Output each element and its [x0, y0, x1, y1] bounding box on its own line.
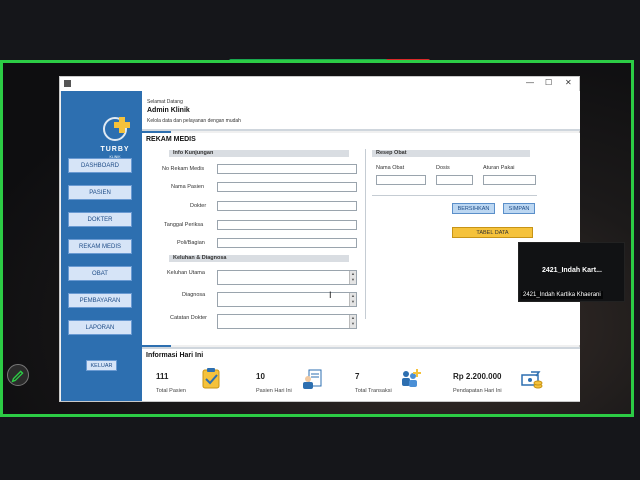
doctor-report-icon: [303, 369, 322, 389]
clear-button[interactable]: BERSIHKAN: [452, 203, 495, 214]
header-subtitle: Kelola data dan pelayanan dengan mudah: [147, 118, 241, 124]
nama-pasien-field[interactable]: [217, 182, 357, 192]
logo-text: TURBY: [100, 146, 129, 153]
panel-divider: [365, 149, 366, 319]
nama-obat-field[interactable]: [376, 175, 426, 185]
poli-bagian-field[interactable]: [217, 238, 357, 248]
dosis-label: Dosis: [436, 165, 450, 171]
nama-pasien-label: Nama Pasien: [171, 184, 205, 190]
save-button[interactable]: SIMPAN: [503, 203, 535, 214]
catatan-dokter-label: Catatan Dokter: [170, 315, 207, 321]
stat-value: 7: [355, 372, 360, 381]
sidebar-item-pasien[interactable]: PASIEN: [68, 185, 132, 200]
participant-video-tile[interactable]: 2421_Indah Kart... 2421_Indah Kartika Kh…: [518, 242, 625, 302]
greeting-text: Selamat Datang: [147, 99, 183, 105]
clinic-logo: TURBY KLINIK: [100, 117, 130, 159]
info-title: Informasi Hari Ini: [146, 352, 204, 359]
participant-label: 2421_Indah Kartika Khaerani: [521, 291, 603, 299]
app-window: — ☐ ✕ TURBY KLINIK DASHBOARD PASIEN DOKT…: [59, 76, 580, 402]
sidebar-item-laporan[interactable]: LAPORAN: [68, 320, 132, 335]
stat-value: 111: [156, 372, 169, 381]
aturan-pakai-field[interactable]: [483, 175, 536, 185]
participant-name: 2421_Indah Kart...: [542, 267, 602, 274]
sidebar-item-rekam-medis[interactable]: REKAM MEDIS: [68, 239, 132, 254]
header: Selamat Datang Admin Klinik Kelola data …: [142, 91, 580, 131]
pencil-icon: [11, 370, 24, 383]
textarea-scrollbar[interactable]: ▲ ▼: [349, 271, 356, 284]
poli-bagian-label: Poli/Bagian: [177, 240, 205, 246]
rekam-medis-panel: REKAM MEDIS Info Kunjungan No Rekam Medi…: [142, 133, 580, 345]
title-bar: — ☐ ✕: [60, 77, 579, 91]
stat-label: Total Transaksi: [355, 388, 392, 394]
stat-label: Pendapatan Hari Ini: [453, 388, 502, 394]
stat-label: Total Pasien: [156, 388, 186, 394]
section-title: REKAM MEDIS: [146, 136, 196, 143]
stat-value: 10: [256, 372, 265, 381]
diagnosa-textarea[interactable]: ▲ ▼: [217, 292, 357, 307]
tanggal-periksa-label: Tanggal Periksa: [164, 222, 204, 228]
maximize-button[interactable]: ☐: [545, 78, 552, 87]
close-button[interactable]: ✕: [565, 78, 572, 87]
info-kunjungan-heading: Info Kunjungan: [169, 150, 349, 157]
stat-value: Rp 2.200.000: [453, 372, 502, 381]
table-data-button[interactable]: TABEL DATA: [452, 227, 533, 238]
page-title: Admin Klinik: [147, 107, 190, 114]
tanggal-periksa-field[interactable]: [217, 220, 357, 230]
aturan-pakai-label: Aturan Pakai: [483, 165, 515, 171]
keluhan-heading: Keluhan & Diagnosa: [169, 255, 349, 262]
minimize-button[interactable]: —: [526, 78, 534, 87]
resep-divider: [372, 195, 537, 196]
diagnosa-label: Diagnosa: [182, 292, 206, 298]
annotate-pencil-button[interactable]: [7, 364, 29, 386]
cash-icon: [521, 371, 543, 389]
keluhan-utama-textarea[interactable]: ▲ ▼: [217, 270, 357, 285]
java-app-icon: [64, 80, 71, 87]
keluhan-utama-label: Keluhan Utama: [167, 270, 205, 276]
sidebar-item-obat[interactable]: OBAT: [68, 266, 132, 281]
clipboard-check-icon: [202, 368, 220, 389]
logout-button[interactable]: KELUAR: [86, 360, 117, 371]
resep-heading: Resep Obat: [372, 150, 530, 157]
textarea-scrollbar[interactable]: ▲ ▼: [349, 315, 356, 328]
dosis-field[interactable]: [436, 175, 473, 185]
info-panel: Informasi Hari Ini 111 Total Pasien 10 P…: [142, 347, 580, 401]
catatan-dokter-textarea[interactable]: ▲ ▼: [217, 314, 357, 329]
stat-label: Pasien Hari Ini: [256, 388, 292, 394]
dokter-field[interactable]: [217, 201, 357, 211]
nama-obat-label: Nama Obat: [376, 165, 405, 171]
textarea-scrollbar[interactable]: ▲ ▼: [349, 293, 356, 306]
sidebar-item-dokter[interactable]: DOKTER: [68, 212, 132, 227]
text-cursor-icon: Ι: [329, 290, 332, 300]
sidebar-item-pembayaran[interactable]: PEMBAYARAN: [68, 293, 132, 308]
no-rekam-medis-field[interactable]: [217, 164, 357, 174]
dokter-label: Dokter: [190, 203, 207, 209]
sidebar-item-dashboard[interactable]: DASHBOARD: [68, 158, 132, 173]
no-rekam-medis-label: No Rekam Medis: [162, 166, 205, 172]
people-plus-icon: [402, 369, 421, 387]
